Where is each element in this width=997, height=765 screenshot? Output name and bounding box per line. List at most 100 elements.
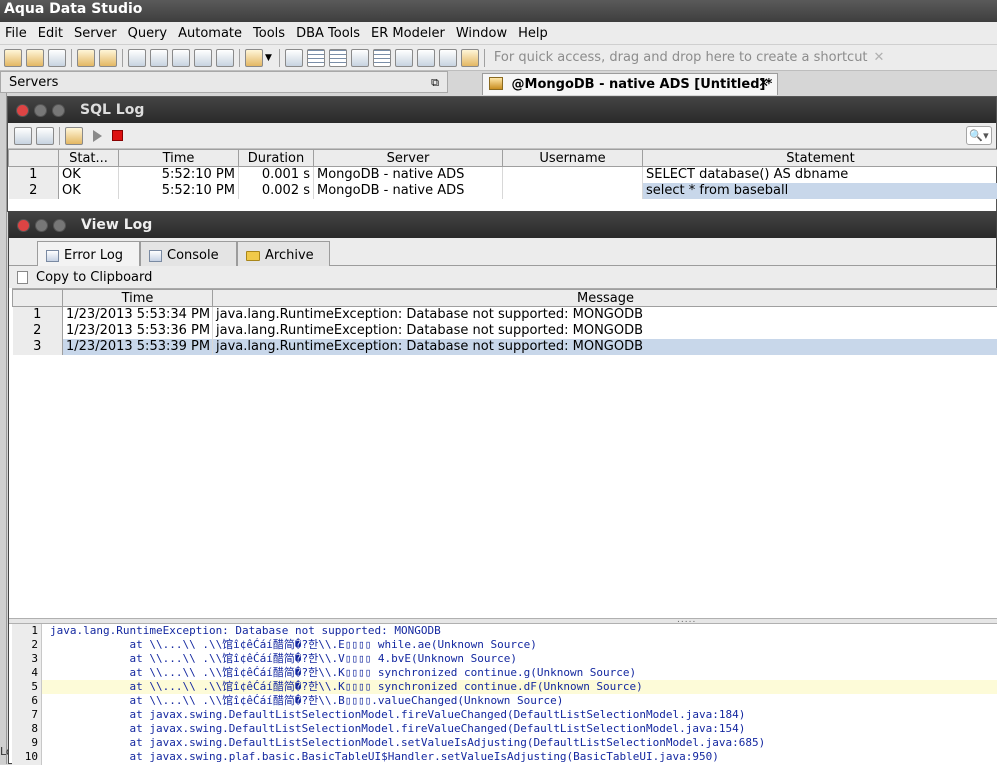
column-header-status[interactable]: Stat... bbox=[59, 150, 119, 167]
cell-message: java.lang.RuntimeException: Database not… bbox=[213, 339, 997, 355]
shortcut-drop-hint: For quick access, drag and drop here to … bbox=[494, 50, 868, 65]
chart-icon[interactable] bbox=[461, 49, 479, 67]
cell-statement: SELECT database() AS dbname bbox=[643, 167, 997, 183]
tab-archive[interactable]: Archive bbox=[237, 241, 330, 266]
column-header-time[interactable]: Time bbox=[119, 150, 239, 167]
line-number: 9 bbox=[12, 736, 41, 750]
row-number: 2 bbox=[9, 183, 59, 199]
connect-server-icon[interactable] bbox=[48, 49, 66, 67]
save-icon[interactable] bbox=[14, 127, 32, 145]
toolbar-separator bbox=[484, 49, 485, 67]
list-view-icon[interactable] bbox=[417, 49, 435, 67]
view-log-title: View Log bbox=[81, 217, 152, 233]
stack-trace-viewer[interactable]: 1 2 3 4 5 6 7 8 9 10 java.lang.RuntimeEx… bbox=[12, 624, 997, 765]
table-view-icon[interactable] bbox=[373, 49, 391, 67]
column-header-rownum[interactable] bbox=[13, 290, 63, 307]
stop-icon[interactable] bbox=[112, 130, 123, 141]
search-icon[interactable]: 🔍▾ bbox=[966, 126, 992, 145]
table-data-icon[interactable] bbox=[194, 49, 212, 67]
menu-er-modeler[interactable]: ER Modeler bbox=[366, 26, 451, 41]
stack-trace-lines: java.lang.RuntimeException: Database not… bbox=[42, 624, 997, 764]
column-header-duration[interactable]: Duration bbox=[239, 150, 314, 167]
column-header-server[interactable]: Server bbox=[314, 150, 503, 167]
stack-trace-line: at \\...\\ .\\馆î¢êĆáí醋简�?한\\.E▯▯▯▯ while… bbox=[42, 638, 997, 652]
toolbar-separator bbox=[71, 49, 72, 67]
close-window-icon[interactable] bbox=[17, 219, 30, 232]
cell-duration: 0.001 s bbox=[239, 167, 314, 183]
query-window-icon[interactable] bbox=[128, 49, 146, 67]
grid-view-icon[interactable] bbox=[307, 49, 325, 67]
table-row[interactable]: 3 1/23/2013 5:53:39 PM java.lang.Runtime… bbox=[13, 339, 997, 355]
column-header-statement[interactable]: Statement bbox=[643, 150, 997, 167]
close-hint-icon[interactable]: ✕ bbox=[874, 50, 885, 65]
menu-edit[interactable]: Edit bbox=[33, 26, 69, 41]
table-row[interactable]: 1 1/23/2013 5:53:34 PM java.lang.Runtime… bbox=[13, 307, 997, 323]
tab-error-log[interactable]: Error Log bbox=[37, 241, 140, 266]
menu-file[interactable]: File bbox=[0, 26, 33, 41]
layout-icon[interactable] bbox=[439, 49, 457, 67]
script-icon[interactable] bbox=[245, 49, 263, 67]
column-header-rownum[interactable] bbox=[9, 150, 59, 167]
table-row[interactable]: 1 OK 5:52:10 PM 0.001 s MongoDB - native… bbox=[9, 167, 997, 183]
copy-to-clipboard-button[interactable]: Copy to Clipboard bbox=[9, 266, 996, 288]
line-number: 7 bbox=[12, 708, 41, 722]
stack-trace-line-current: at \\...\\ .\\馆î¢êĆáí醋简�?한\\.K▯▯▯▯ synch… bbox=[42, 680, 997, 694]
table-row[interactable]: 2 1/23/2013 5:53:36 PM java.lang.Runtime… bbox=[13, 323, 997, 339]
menu-tools[interactable]: Tools bbox=[248, 26, 291, 41]
table-header-row: Time Message bbox=[13, 290, 997, 307]
view-log-tabs: Error Log Console Archive bbox=[9, 238, 996, 266]
dropdown-arrow-icon[interactable]: ▼ bbox=[265, 53, 272, 63]
print-icon[interactable] bbox=[285, 49, 303, 67]
stack-trace-line: at javax.swing.DefaultListSelectionModel… bbox=[42, 708, 997, 722]
menu-dba-tools[interactable]: DBA Tools bbox=[291, 26, 366, 41]
minimize-window-icon[interactable] bbox=[34, 104, 47, 117]
register-icon[interactable] bbox=[77, 49, 95, 67]
close-tab-icon[interactable]: ✕ bbox=[758, 76, 769, 91]
line-number: 6 bbox=[12, 694, 41, 708]
menu-help[interactable]: Help bbox=[513, 26, 554, 41]
cell-username bbox=[503, 183, 643, 199]
column-header-message[interactable]: Message bbox=[213, 290, 997, 307]
cell-time: 1/23/2013 5:53:39 PM bbox=[63, 339, 213, 355]
tab-label: Archive bbox=[265, 248, 314, 263]
document-tab[interactable]: @MongoDB - native ADS [Untitled]* ✕ bbox=[482, 73, 778, 95]
database-query-icon bbox=[489, 77, 503, 90]
form-view-icon[interactable] bbox=[329, 49, 347, 67]
minimize-window-icon[interactable] bbox=[35, 219, 48, 232]
table-row[interactable]: 2 OK 5:52:10 PM 0.002 s MongoDB - native… bbox=[9, 183, 997, 199]
play-icon[interactable] bbox=[93, 130, 102, 142]
menu-window[interactable]: Window bbox=[451, 26, 513, 41]
new-server-icon[interactable] bbox=[4, 49, 22, 67]
cell-time: 5:52:10 PM bbox=[119, 183, 239, 199]
tab-console[interactable]: Console bbox=[140, 241, 237, 266]
menu-query[interactable]: Query bbox=[123, 26, 174, 41]
line-number: 2 bbox=[12, 638, 41, 652]
query-analyzer-icon[interactable] bbox=[150, 49, 168, 67]
edit-server-icon[interactable] bbox=[26, 49, 44, 67]
cell-status: OK bbox=[59, 183, 119, 199]
tab-label: Error Log bbox=[64, 248, 123, 263]
menu-server[interactable]: Server bbox=[69, 26, 123, 41]
sql-log-toolbar: 🔍▾ bbox=[8, 123, 996, 149]
export-icon[interactable] bbox=[351, 49, 369, 67]
stack-trace-line: at javax.swing.DefaultListSelectionModel… bbox=[42, 736, 997, 750]
export-log-icon[interactable] bbox=[36, 127, 54, 145]
sql-log-titlebar: SQL Log bbox=[8, 97, 996, 123]
menu-automate[interactable]: Automate bbox=[173, 26, 248, 41]
schema-browser-icon[interactable] bbox=[172, 49, 190, 67]
stack-trace-line: at \\...\\ .\\馆î¢êĆáí醋简�?한\\.K▯▯▯▯ synch… bbox=[42, 666, 997, 680]
column-header-username[interactable]: Username bbox=[503, 150, 643, 167]
row-number: 3 bbox=[13, 339, 63, 355]
stack-trace-line: java.lang.RuntimeException: Database not… bbox=[42, 624, 997, 638]
maximize-window-icon[interactable] bbox=[52, 104, 65, 117]
maximize-window-icon[interactable] bbox=[53, 219, 66, 232]
table-header-row: Stat... Time Duration Server Username St… bbox=[9, 150, 997, 167]
stack-trace-line: at javax.swing.plaf.basic.BasicTableUI$H… bbox=[42, 750, 997, 764]
close-window-icon[interactable] bbox=[16, 104, 29, 117]
restore-panel-icon[interactable]: ⧉ bbox=[431, 76, 439, 90]
edit-icon[interactable] bbox=[65, 127, 83, 145]
disconnect-icon[interactable] bbox=[99, 49, 117, 67]
column-header-time[interactable]: Time bbox=[63, 290, 213, 307]
compare-icon[interactable] bbox=[395, 49, 413, 67]
monitor-icon[interactable] bbox=[216, 49, 234, 67]
